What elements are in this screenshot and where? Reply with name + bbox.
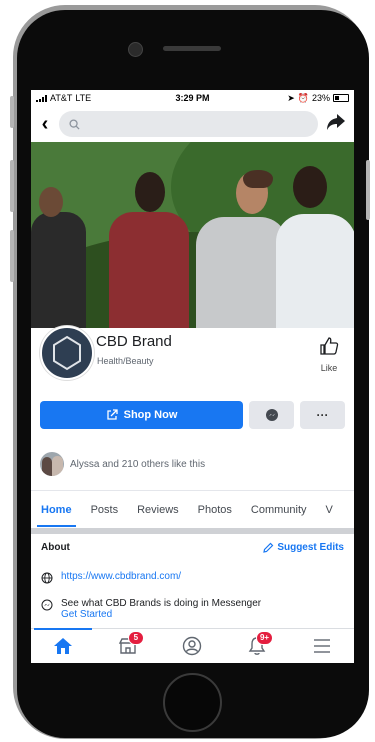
messenger-text: See what CBD Brands is doing in Messenge… (61, 598, 262, 609)
silent-switch (10, 96, 14, 128)
page-tabs: Home Posts Reviews Photos Community V (31, 490, 354, 529)
battery-icon (333, 94, 349, 102)
bottom-nav: 5 9+ (31, 628, 354, 663)
search-icon (69, 118, 80, 130)
volume-down-button (10, 230, 14, 282)
pencil-icon (263, 542, 274, 553)
more-options-button[interactable]: ··· (300, 401, 345, 429)
cover-person (109, 212, 189, 328)
likes-text: Alyssa and 210 others like this (70, 458, 206, 470)
friend-avatars (40, 452, 64, 476)
like-button[interactable]: Like (316, 336, 342, 373)
about-title: About (41, 542, 70, 553)
page-title: CBD Brand (96, 333, 172, 350)
cover-person (276, 214, 354, 328)
earpiece-speaker (163, 46, 221, 51)
cover-person (39, 187, 63, 217)
nav-marketplace[interactable]: 5 (111, 629, 145, 663)
shop-now-label: Shop Now (123, 409, 178, 421)
like-label: Like (320, 363, 338, 373)
back-arrow-icon[interactable]: ‹ (37, 113, 53, 136)
page-avatar[interactable] (40, 326, 94, 380)
clock: 3:29 PM (175, 93, 210, 103)
nav-home[interactable] (34, 628, 93, 663)
marketplace-badge: 5 (127, 631, 144, 645)
cover-person (243, 170, 273, 188)
ellipsis-icon: ··· (316, 408, 329, 422)
home-icon (54, 638, 73, 654)
tab-community[interactable]: Community (251, 504, 307, 516)
suggest-edits-label: Suggest Edits (277, 542, 344, 553)
front-camera (128, 42, 143, 57)
nav-menu[interactable] (305, 629, 339, 663)
notifications-badge: 9+ (255, 631, 274, 645)
home-button[interactable] (163, 673, 222, 732)
volume-up-button (10, 160, 14, 212)
shop-now-button[interactable]: Shop Now (40, 401, 243, 429)
search-bar[interactable] (59, 111, 318, 137)
status-bar: AT&T LTE 3:29 PM ➤ ⏰ 23% (31, 90, 354, 106)
hexagon-logo-icon (53, 335, 81, 371)
profile-icon (183, 636, 202, 656)
external-link-icon (106, 409, 118, 420)
website-row: https://www.cbdbrand.com/ (41, 571, 344, 584)
cover-person (31, 212, 86, 328)
tab-reviews[interactable]: Reviews (137, 504, 179, 516)
thumbs-up-icon (320, 337, 339, 355)
section-divider (31, 528, 354, 534)
power-button (366, 160, 370, 220)
cover-person (293, 166, 327, 208)
cover-person (135, 172, 165, 212)
suggest-edits-link[interactable]: Suggest Edits (263, 542, 344, 553)
tab-posts[interactable]: Posts (91, 504, 119, 516)
messenger-outline-icon (41, 599, 53, 611)
tab-home[interactable]: Home (37, 504, 76, 527)
page-header: CBD Brand Health/Beauty Like (31, 326, 354, 400)
nav-notifications[interactable]: 9+ (240, 629, 274, 663)
nav-profile[interactable] (175, 629, 209, 663)
tab-overflow[interactable]: V (326, 504, 333, 516)
cover-photo[interactable] (31, 142, 354, 328)
page-category: Health/Beauty (97, 356, 154, 366)
messenger-row: See what CBD Brands is doing in Messenge… (41, 598, 344, 620)
share-arrow-icon[interactable] (324, 113, 348, 136)
top-nav: ‹ (31, 106, 354, 142)
action-buttons: Shop Now ··· (40, 401, 345, 429)
hamburger-menu-icon (313, 639, 330, 653)
get-started-link[interactable]: Get Started (61, 609, 261, 620)
tab-photos[interactable]: Photos (198, 504, 232, 516)
messenger-icon (265, 409, 278, 421)
likes-summary[interactable]: Alyssa and 210 others like this (40, 452, 205, 476)
screen: AT&T LTE 3:29 PM ➤ ⏰ 23% ‹ CBD Brand Hea… (31, 90, 354, 663)
cover-person (196, 217, 288, 328)
website-link[interactable]: https://www.cbdbrand.com/ (61, 571, 181, 582)
about-header: About Suggest Edits (41, 542, 344, 553)
messenger-button[interactable] (249, 401, 294, 429)
globe-icon (41, 572, 53, 584)
